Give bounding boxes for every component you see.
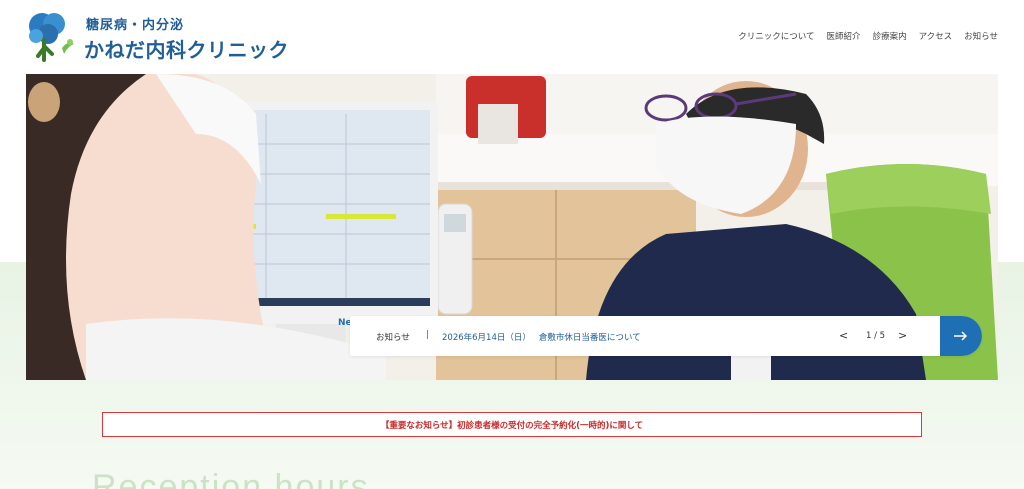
- nav-item-access[interactable]: アクセス: [919, 30, 953, 42]
- site-logo[interactable]: 糖尿病・内分泌 かねだ内科クリニック: [26, 10, 289, 62]
- tree-logo-icon: [29, 13, 74, 62]
- news-separator: |: [426, 330, 430, 340]
- reception-hours-heading: Reception hours: [92, 468, 370, 489]
- news-page-indicator: 1 / 5: [866, 331, 886, 341]
- news-ticker: お知らせ | 2026年6月14日（日） 倉敷市休日当番医について < 1 / 5…: [350, 316, 982, 356]
- important-notice-link[interactable]: 【重要なお知らせ】初診患者様の受付の完全予約化(一時的)に関して: [102, 412, 922, 437]
- news-label: お知らせ: [376, 333, 410, 343]
- nav-item-services[interactable]: 診療案内: [873, 30, 907, 42]
- news-headline-link[interactable]: 2026年6月14日（日） 倉敷市休日当番医について: [442, 331, 641, 343]
- news-headline-text: 倉敷市休日当番医について: [538, 333, 641, 343]
- news-go-button[interactable]: [940, 316, 982, 356]
- site-header: 糖尿病・内分泌 かねだ内科クリニック クリニックについて 医師紹介 診療案内 ア…: [0, 0, 1024, 72]
- logo-subtitle: 糖尿病・内分泌: [86, 18, 185, 33]
- news-next-button[interactable]: >: [898, 329, 907, 342]
- arrow-right-icon: [954, 331, 968, 341]
- news-prev-button[interactable]: <: [839, 329, 848, 342]
- news-date: 2026年6月14日（日）: [442, 333, 531, 343]
- logo-title: かねだ内科クリニック: [84, 38, 289, 62]
- nav-item-news[interactable]: お知らせ: [964, 30, 998, 42]
- nav-item-doctor[interactable]: 医師紹介: [827, 30, 861, 42]
- main-nav: クリニックについて 医師紹介 診療案内 アクセス お知らせ: [738, 30, 998, 42]
- nav-item-about[interactable]: クリニックについて: [738, 30, 814, 42]
